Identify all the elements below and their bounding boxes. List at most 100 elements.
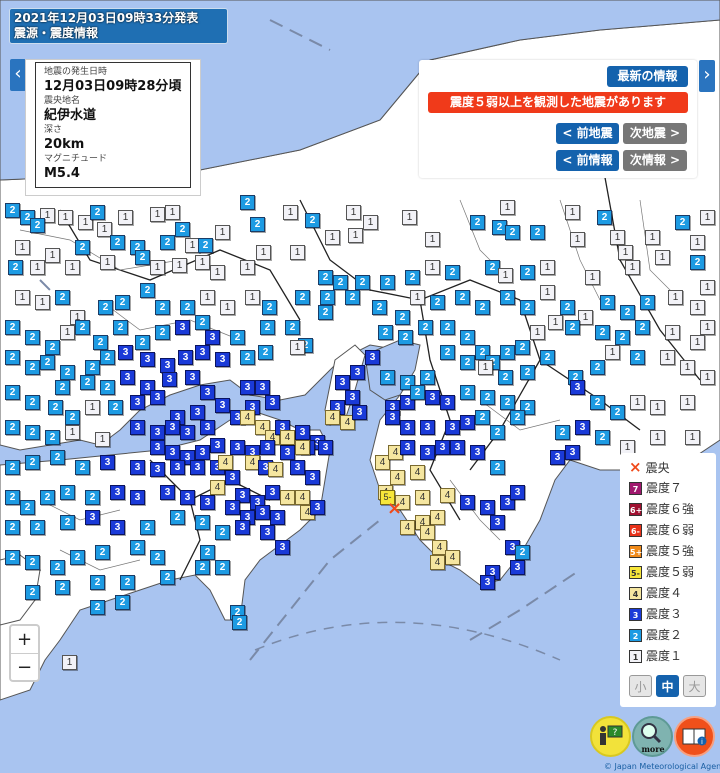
intensity-marker[interactable]: 3	[420, 420, 435, 435]
intensity-marker[interactable]: 2	[60, 485, 75, 500]
intensity-marker[interactable]: 1	[530, 325, 545, 340]
intensity-marker[interactable]: 2	[180, 300, 195, 315]
intensity-marker[interactable]: 2	[318, 270, 333, 285]
intensity-marker[interactable]: 3	[255, 505, 270, 520]
intensity-marker[interactable]: 2	[65, 410, 80, 425]
intensity-marker[interactable]: 2	[120, 575, 135, 590]
intensity-marker[interactable]: 3	[352, 405, 367, 420]
intensity-marker[interactable]: 3	[195, 345, 210, 360]
intensity-marker[interactable]: 2	[60, 365, 75, 380]
intensity-marker[interactable]: 1	[578, 310, 593, 325]
intensity-marker[interactable]: 1	[610, 230, 625, 245]
intensity-marker[interactable]: 2	[295, 290, 310, 305]
intensity-marker[interactable]: 1	[625, 260, 640, 275]
intensity-marker[interactable]: 3	[175, 320, 190, 335]
epicenter-marker[interactable]: ×	[387, 500, 402, 518]
intensity-marker[interactable]: 2	[615, 330, 630, 345]
intensity-marker[interactable]: 2	[198, 238, 213, 253]
intensity-marker[interactable]: 2	[195, 515, 210, 530]
intensity-marker[interactable]: 2	[93, 335, 108, 350]
intensity-marker[interactable]: 2	[520, 365, 535, 380]
intensity-marker[interactable]: 1	[15, 290, 30, 305]
intensity-marker[interactable]: 2	[320, 290, 335, 305]
intensity-marker[interactable]: 3	[178, 350, 193, 365]
intensity-marker[interactable]: 2	[460, 330, 475, 345]
intensity-marker[interactable]: 3	[570, 380, 585, 395]
intensity-marker[interactable]: 2	[5, 320, 20, 335]
intensity-marker[interactable]: 2	[30, 520, 45, 535]
intensity-marker[interactable]: 2	[475, 300, 490, 315]
intensity-marker[interactable]: 3	[420, 445, 435, 460]
prev-info-button[interactable]: < 前情報	[556, 150, 619, 171]
intensity-marker[interactable]: 2	[630, 350, 645, 365]
intensity-marker[interactable]: 2	[675, 215, 690, 230]
intensity-marker[interactable]: 4	[390, 470, 405, 485]
intensity-marker[interactable]: 1	[655, 250, 670, 265]
intensity-marker[interactable]: 3	[460, 495, 475, 510]
intensity-marker[interactable]: 3	[270, 510, 285, 525]
intensity-marker[interactable]: 4	[420, 525, 435, 540]
intensity-marker[interactable]: 3	[210, 438, 225, 453]
intensity-marker[interactable]: 3	[230, 440, 245, 455]
intensity-marker[interactable]: 1	[346, 205, 361, 220]
intensity-marker[interactable]: 1	[690, 335, 705, 350]
intensity-marker[interactable]: 2	[25, 330, 40, 345]
intensity-marker[interactable]: 3	[185, 370, 200, 385]
intensity-marker[interactable]: 1	[630, 395, 645, 410]
intensity-marker[interactable]: 3	[150, 440, 165, 455]
intensity-marker[interactable]: 1	[548, 315, 563, 330]
intensity-marker[interactable]: 1	[150, 260, 165, 275]
latest-info-button[interactable]: 最新の情報	[607, 66, 688, 87]
intensity-marker[interactable]: 2	[455, 290, 470, 305]
intensity-marker[interactable]: 2	[155, 325, 170, 340]
intensity-marker[interactable]: 3	[160, 485, 175, 500]
intensity-marker[interactable]: 3	[130, 395, 145, 410]
intensity-marker[interactable]: 2	[5, 550, 20, 565]
intensity-marker[interactable]: 3	[205, 330, 220, 345]
intensity-marker[interactable]: 4	[400, 520, 415, 535]
intensity-marker[interactable]: 3	[180, 425, 195, 440]
intensity-marker[interactable]: 1	[700, 280, 715, 295]
intensity-marker[interactable]: 3	[165, 420, 180, 435]
intensity-marker[interactable]: 3	[345, 390, 360, 405]
intensity-marker[interactable]: 2	[380, 370, 395, 385]
intensity-marker[interactable]: 3	[565, 445, 580, 460]
intensity-marker[interactable]: 3	[435, 440, 450, 455]
intensity-marker[interactable]: 3	[400, 440, 415, 455]
intensity-marker[interactable]: 2	[140, 520, 155, 535]
intensity-marker[interactable]: 1	[290, 340, 305, 355]
intensity-marker[interactable]: 2	[113, 320, 128, 335]
intensity-marker[interactable]: 3	[235, 520, 250, 535]
intensity-marker[interactable]: 2	[398, 330, 413, 345]
intensity-marker[interactable]: 4	[295, 490, 310, 505]
intensity-marker[interactable]: 1	[685, 430, 700, 445]
intensity-marker[interactable]: 2	[305, 213, 320, 228]
intensity-marker[interactable]: 2	[25, 585, 40, 600]
intensity-marker[interactable]: 2	[378, 325, 393, 340]
intensity-marker[interactable]: 3	[100, 455, 115, 470]
intensity-marker[interactable]: 2	[45, 340, 60, 355]
zoom-in-button[interactable]: +	[11, 626, 38, 654]
intensity-marker[interactable]: 2	[640, 295, 655, 310]
intensity-marker[interactable]: 3	[480, 500, 495, 515]
intensity-marker[interactable]: 2	[250, 217, 265, 232]
intensity-marker[interactable]: 2	[85, 490, 100, 505]
intensity-marker[interactable]: 2	[555, 425, 570, 440]
intensity-marker[interactable]: 1	[410, 290, 425, 305]
intensity-marker[interactable]: 2	[490, 460, 505, 475]
intensity-marker[interactable]: 1	[650, 430, 665, 445]
intensity-marker[interactable]: 2	[20, 500, 35, 515]
intensity-marker[interactable]: 2	[515, 340, 530, 355]
info-book-button[interactable]: i	[674, 716, 715, 757]
intensity-marker[interactable]: 1	[690, 235, 705, 250]
intensity-marker[interactable]: 3	[400, 420, 415, 435]
intensity-marker[interactable]: 1	[570, 232, 585, 247]
intensity-marker[interactable]: 3	[110, 485, 125, 500]
intensity-marker[interactable]: 2	[5, 385, 20, 400]
intensity-marker[interactable]: 3	[335, 375, 350, 390]
intensity-marker[interactable]: 1	[210, 265, 225, 280]
intensity-marker[interactable]: 2	[510, 410, 525, 425]
intensity-marker[interactable]: 2	[90, 205, 105, 220]
intensity-marker[interactable]: 3	[200, 420, 215, 435]
intensity-marker[interactable]: 2	[470, 215, 485, 230]
